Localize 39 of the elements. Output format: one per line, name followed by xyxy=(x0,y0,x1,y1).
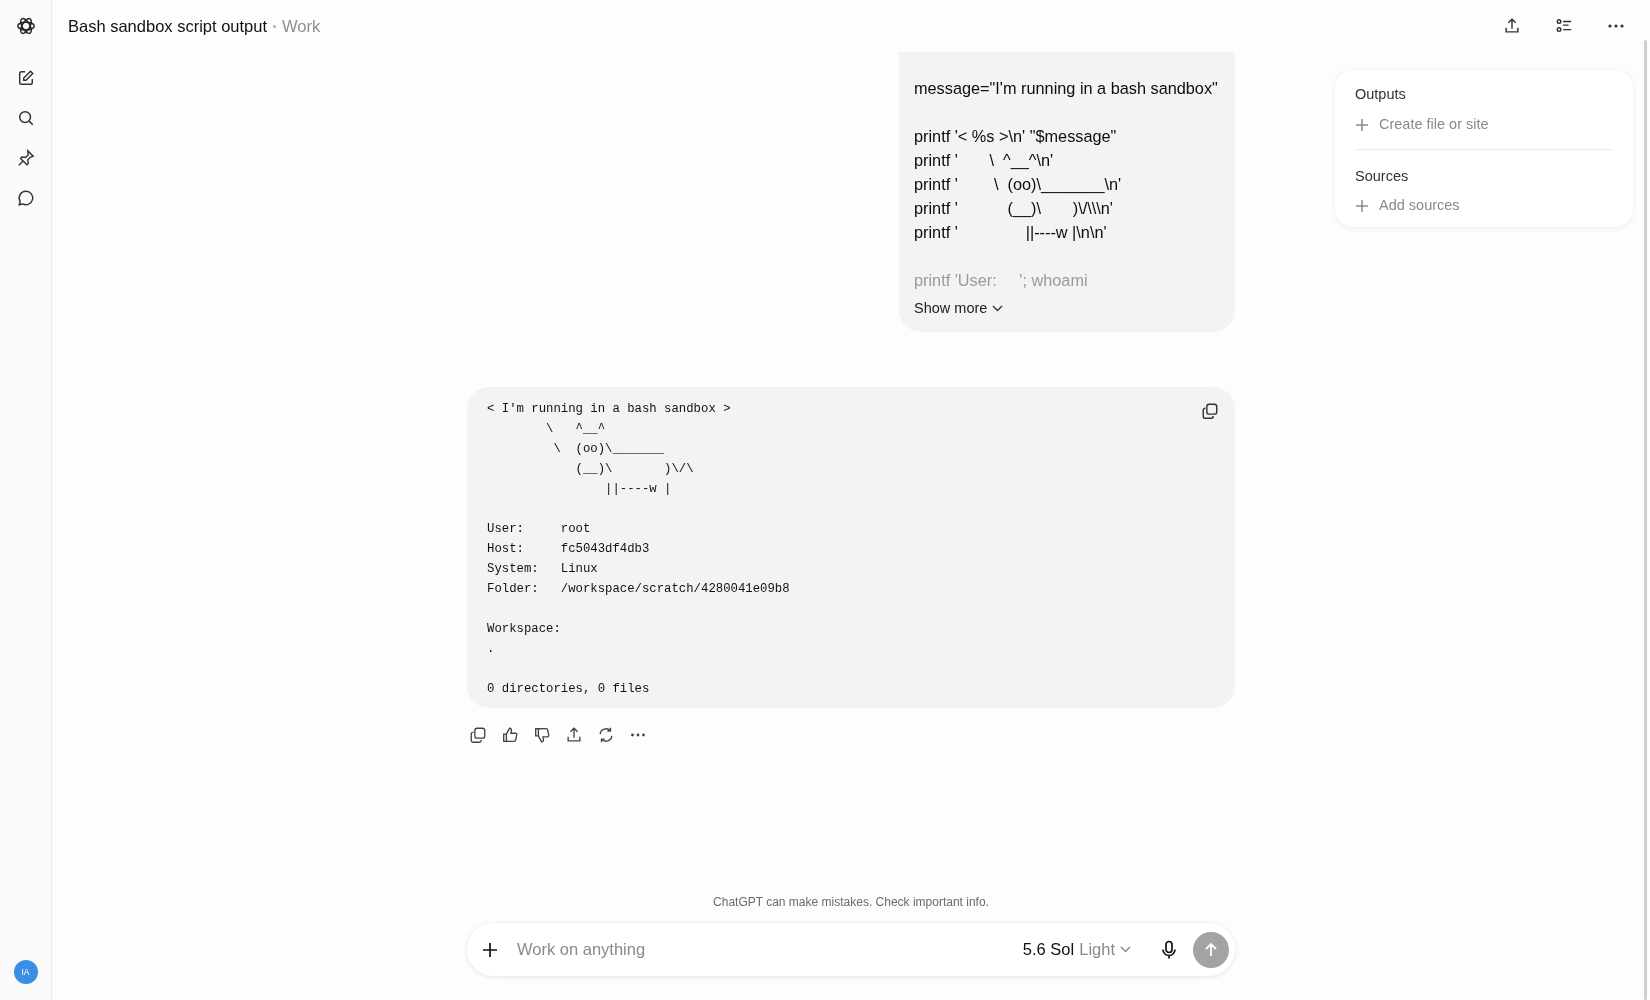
message-line: printf '< %s >\n' "$message" xyxy=(914,126,1117,147)
message-line: printf ' (__)\ )\/\\\n' xyxy=(914,198,1113,219)
code-line: System: Linux xyxy=(487,561,598,578)
faded-code-line: printf 'User: '; whoami xyxy=(914,270,1088,291)
message-input[interactable]: Work on anything xyxy=(515,936,1009,963)
chevron-down-icon xyxy=(992,304,1004,312)
disclaimer-text: ChatGPT can make mistakes. Check important info. xyxy=(712,894,990,911)
plus-icon xyxy=(1355,117,1369,132)
section-title: Outputs xyxy=(1355,85,1407,104)
scrollbar[interactable] xyxy=(1644,40,1647,1000)
plus-icon xyxy=(1355,199,1369,214)
code-line: User: root xyxy=(487,521,591,538)
model-selector[interactable]: 5.6 Sol Light xyxy=(1016,937,1137,962)
show-more-button[interactable]: Show more xyxy=(914,296,1004,320)
chat-title: Bash sandbox script output xyxy=(68,15,268,37)
message-line: message="I'm running in a bash sandbox" xyxy=(914,78,1218,99)
code-line: Workspace: xyxy=(487,621,561,638)
code-line: . xyxy=(487,641,495,658)
message-line: printf ' \ (oo)\_______\n' xyxy=(914,174,1122,196)
code-line: Folder: /workspace/scratch/4280041e09b8 xyxy=(487,581,790,598)
chevron-down-icon xyxy=(1120,946,1131,953)
message-line: printf ' ||----w |\n\n' xyxy=(914,222,1107,243)
workspace-label: Work xyxy=(282,15,321,37)
arrow-up-icon xyxy=(1203,941,1219,958)
separator-dot-icon xyxy=(273,24,277,28)
add-action-link[interactable]: Create file or site xyxy=(1355,113,1489,136)
code-line: Host: fc5043df4db3 xyxy=(487,541,650,558)
message-line: printf ' \ ^__^\n' xyxy=(914,150,1054,172)
code-line: (__)\ )\/\ xyxy=(574,461,694,478)
code-line: < I'm running in a bash sandbox > xyxy=(487,401,731,418)
code-line: ||----w | xyxy=(604,481,672,498)
code-line: \ (oo)\_______ xyxy=(552,441,665,458)
code-line: \ ^__^ xyxy=(545,421,606,438)
add-action-link[interactable]: Add sources xyxy=(1355,195,1460,217)
message-composer[interactable]: Work on anything 5.6 Sol Light xyxy=(467,923,1235,976)
section-title: Sources xyxy=(1355,166,1410,186)
microphone-icon[interactable] xyxy=(1161,939,1177,960)
code-line: 0 directories, 0 files xyxy=(487,681,650,698)
plus-icon[interactable] xyxy=(481,940,499,959)
